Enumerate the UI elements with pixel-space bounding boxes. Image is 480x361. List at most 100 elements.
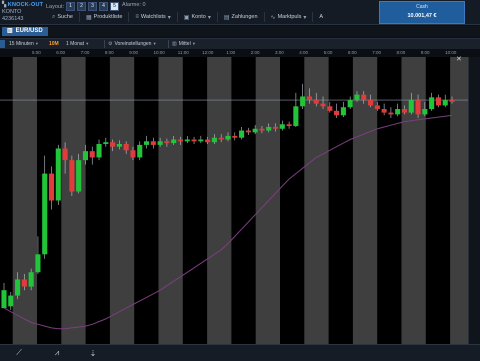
time-axis: 5:00 6:00 7:00 8:00 9:00 10:00 11:00 12:00 1:00 2… (0, 49, 480, 57)
candle-body (157, 141, 163, 145)
candle-body (381, 109, 387, 113)
collapse-handle[interactable] (0, 40, 5, 48)
candle-body (225, 135, 231, 140)
layout-button-3[interactable]: 3 (88, 2, 98, 11)
add-icon[interactable]: ⇣ (84, 347, 102, 359)
chevron-down-icon: ▾ (35, 41, 39, 46)
candle-body (110, 142, 116, 147)
candle-body (266, 126, 272, 131)
time-tick-label: 12:00 (202, 50, 214, 55)
candle-body (272, 126, 279, 129)
candle-body (422, 109, 428, 115)
time-tick-label: 7:00 (372, 50, 381, 55)
time-tick-label: 5:00 (32, 50, 41, 55)
payment-icon: ▤ (223, 14, 230, 21)
candle-body (286, 124, 292, 127)
candle-body (184, 139, 190, 142)
candle-body (395, 109, 401, 115)
presets-select[interactable]: ⚙ Voreinstellungen ▾ (108, 40, 156, 48)
candle-body (116, 143, 122, 147)
chevron-down-icon: ▾ (153, 41, 156, 46)
list-icon: ≡ (135, 14, 139, 20)
candle-body (48, 173, 55, 201)
candle-body (388, 112, 394, 115)
candle-body (177, 139, 184, 142)
main-menu: ⌕ Suche ▦ Produktliste ≡ Watchlists ▾ ▣ Konto… (46, 12, 329, 22)
candle-body (198, 139, 204, 142)
flag-badge[interactable]: 10M (49, 40, 59, 48)
candle-body (96, 143, 102, 158)
candle-body (164, 141, 170, 144)
layout-button-2[interactable]: 2 (77, 2, 87, 11)
layout-button-4[interactable]: 4 (99, 2, 109, 11)
candle-body (103, 142, 109, 144)
candle-body (137, 144, 143, 158)
time-tick-label: 9:00 (420, 50, 430, 55)
candle-body (69, 160, 75, 192)
cash-label: Cash (416, 4, 428, 10)
brand: ▚ KNOCK-OUT KONTO 4236143 (2, 2, 43, 23)
chart-icon: ▥ (7, 28, 13, 34)
top-bar: ▚ KNOCK-OUT KONTO 4236143 Layout: 1 2 3 … (0, 0, 480, 25)
alarm-label: Alarme: (122, 2, 141, 8)
time-tick-label: 3:00 (275, 50, 284, 55)
time-tick-label: 2:00 (250, 50, 260, 55)
candle-body (28, 272, 34, 287)
candle-body (1, 290, 7, 309)
cash-balance[interactable]: Cash 10.001,47 € (379, 1, 465, 24)
bottom-toolbar: ⟋ ⩘ ⇣ (0, 344, 480, 361)
drawing-tool-icon[interactable]: ⟋ (10, 347, 28, 359)
period-select[interactable]: 1 Monat ▾ (66, 40, 88, 48)
layout-button-1[interactable]: 1 (66, 2, 76, 11)
candle-body (415, 100, 421, 115)
candle-body (82, 151, 88, 161)
time-tick-label: 6:00 (56, 50, 66, 55)
candle-body (55, 148, 61, 201)
account-label: KONTO (2, 9, 22, 15)
tab-eur-usd[interactable]: ▥ EUR/USD (2, 27, 48, 36)
candle-body (354, 94, 360, 101)
price-chart[interactable] (0, 57, 468, 344)
knockout-logo-icon: ▚ (2, 2, 7, 8)
menu-suche[interactable]: ⌕ Suche (46, 12, 80, 22)
account-number: 4236143 (2, 16, 24, 22)
candle-body (21, 279, 27, 287)
candle-body (150, 141, 156, 145)
menu-zahlungen[interactable]: ▤ Zahlungen (218, 12, 265, 22)
time-tick-label: 5:00 (323, 50, 333, 55)
indicator-icon[interactable]: ⩘ (48, 347, 66, 359)
candle-body (35, 254, 41, 273)
interval-select[interactable]: 15 Minuten ▾ (9, 40, 38, 48)
candle-body (401, 109, 408, 113)
candle-body (42, 173, 48, 255)
menu-text-size[interactable]: A (313, 12, 329, 22)
candle-body (211, 137, 217, 143)
close-icon[interactable]: ✕ (456, 55, 462, 63)
menu-konto[interactable]: ▣ Konto ▾ (178, 12, 218, 22)
menu-watchlists[interactable]: ≡ Watchlists ▾ (129, 12, 178, 22)
candle-body (8, 295, 14, 307)
menu-marktpuls[interactable]: ∿ Marktpuls ▾ (265, 12, 314, 22)
price-scale[interactable] (468, 57, 480, 344)
candle-body (442, 100, 448, 106)
candle-body (313, 100, 319, 104)
layout-button-5[interactable]: 5 (110, 2, 120, 11)
time-tick-label: 8:00 (104, 50, 114, 55)
time-tick-label: 8:00 (396, 50, 406, 55)
candle-body (368, 100, 374, 106)
time-tick-label: 1:00 (226, 50, 236, 55)
candle-body (340, 107, 346, 116)
candle-body (191, 139, 197, 142)
toolbar-divider (104, 40, 105, 48)
time-tick-label: 4:00 (299, 50, 309, 55)
chevron-down-icon: ▾ (303, 14, 307, 21)
layout-label: Layout: (46, 3, 65, 10)
alarm-indicator[interactable]: Alarme: 0 (122, 2, 146, 8)
price-type-select[interactable]: ▥ Mittel ▾ (172, 40, 195, 48)
candle-body (327, 106, 333, 111)
layout-selector: Layout: 1 2 3 4 5 (46, 2, 120, 11)
candle-body (123, 143, 129, 151)
candle-body (252, 128, 258, 133)
pulse-icon: ∿ (270, 14, 276, 21)
menu-produktliste[interactable]: ▦ Produktliste (80, 12, 130, 22)
